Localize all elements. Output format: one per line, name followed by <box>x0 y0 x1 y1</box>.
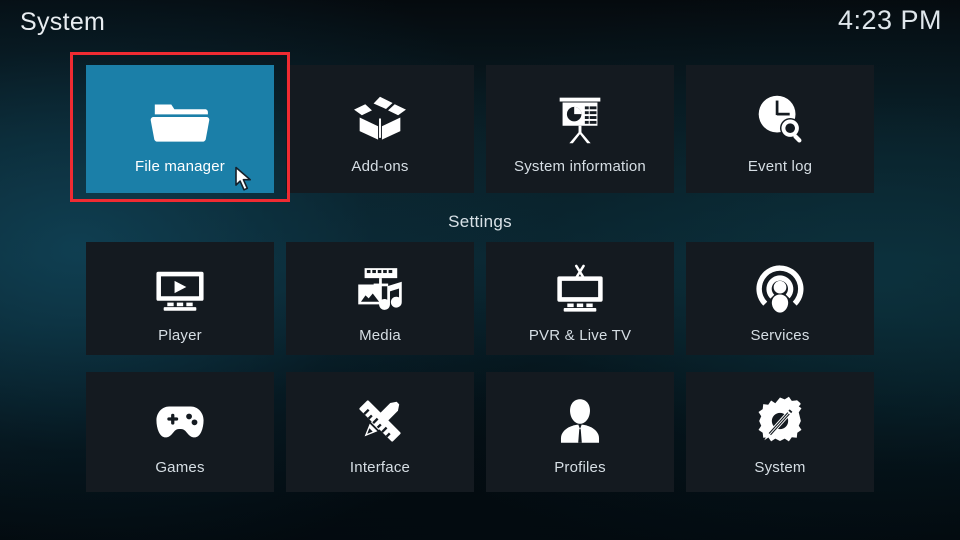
clock: 4:23 PM <box>837 5 942 35</box>
tile-label: Games <box>155 459 205 476</box>
tile-label: System <box>754 459 806 476</box>
tile-interface[interactable]: Interface <box>286 372 474 492</box>
tile-label: Services <box>750 327 810 344</box>
tile-label: File manager <box>135 158 225 175</box>
tile-system[interactable]: System <box>686 372 874 492</box>
mouse-cursor <box>234 166 254 194</box>
header-bar: System 4:23 PM <box>0 0 960 48</box>
open-box-icon <box>349 87 411 149</box>
clock-search-icon <box>749 87 811 149</box>
monitor-play-icon <box>151 260 209 318</box>
pencil-ruler-icon <box>351 392 409 450</box>
tile-media[interactable]: Media <box>286 242 474 355</box>
tile-player[interactable]: Player <box>86 242 274 355</box>
tile-label: Player <box>158 327 202 344</box>
tile-add-ons[interactable]: Add-ons <box>286 65 474 193</box>
tile-system-information[interactable]: System information <box>486 65 674 193</box>
folder-icon <box>149 87 211 149</box>
tile-profiles[interactable]: Profiles <box>486 372 674 492</box>
film-photo-music-icon <box>351 260 409 318</box>
tile-games[interactable]: Games <box>86 372 274 492</box>
settings-section-heading: Settings <box>448 212 512 231</box>
settings-row-two: Games Interface Profiles System <box>0 372 960 492</box>
gamepad-icon <box>151 392 209 450</box>
tile-label: Add-ons <box>351 158 409 175</box>
tv-antenna-icon <box>551 260 609 318</box>
tile-label: Event log <box>747 158 813 175</box>
tile-services[interactable]: Services <box>686 242 874 355</box>
tile-event-log[interactable]: Event log <box>686 65 874 193</box>
settings-row-one: Player Media PVR & Live TV Services <box>0 242 960 355</box>
tile-label: PVR & Live TV <box>528 327 632 344</box>
tile-pvr-live-tv[interactable]: PVR & Live TV <box>486 242 674 355</box>
user-silhouette-icon <box>551 392 609 450</box>
kodi-system-screen: System 4:23 PM File manager Add-ons Syst… <box>0 0 960 540</box>
tile-label: Interface <box>349 459 411 476</box>
tile-label: System information <box>514 158 646 175</box>
broadcast-user-icon <box>751 260 809 318</box>
top-row: File manager Add-ons System information … <box>0 65 960 193</box>
page-title: System <box>20 8 106 36</box>
gear-screwdriver-icon <box>751 392 809 450</box>
tile-label: Profiles <box>554 459 606 476</box>
presentation-chart-icon <box>549 87 611 149</box>
tile-label: Media <box>359 327 401 344</box>
